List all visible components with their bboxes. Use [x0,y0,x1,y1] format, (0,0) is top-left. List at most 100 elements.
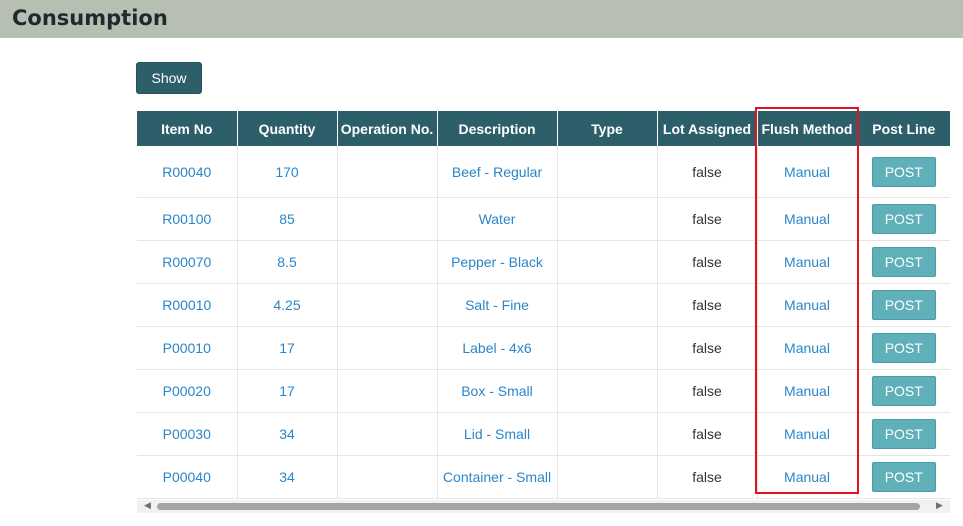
description-value[interactable]: Lid - Small [464,426,530,442]
description-cell: Pepper - Black [437,240,558,284]
column-header-operation-no[interactable]: Operation No. [337,111,438,146]
horizontal-scrollbar[interactable]: ◀ ▶ [137,500,950,513]
quantity-value[interactable]: 85 [279,211,295,227]
flush-method-value[interactable]: Manual [784,297,830,313]
description-cell: Box - Small [437,369,558,413]
quantity-value[interactable]: 170 [275,164,298,180]
item-no-cell: P00020 [137,369,238,413]
item-no-value[interactable]: P00040 [163,469,211,485]
description-value[interactable]: Water [479,211,516,227]
flush-method-value[interactable]: Manual [784,164,830,180]
flush-method-cell: Manual [757,146,858,198]
lot-assigned-cell: false [657,197,758,241]
flush-method-cell: Manual [757,240,858,284]
flush-method-cell: Manual [757,412,858,456]
post-line-cell: POST [857,283,950,327]
table-row: R00040 170 Beef - Regular false Manual POST [137,146,950,198]
quantity-value[interactable]: 8.5 [277,254,296,270]
flush-method-value[interactable]: Manual [784,426,830,442]
column-header-flush-method[interactable]: Flush Method [757,111,858,146]
flush-method-cell: Manual [757,326,858,370]
operation-no-cell [337,283,438,327]
post-button[interactable]: POST [871,247,936,277]
operation-no-cell [337,197,438,241]
post-line-cell: POST [857,240,950,284]
description-value[interactable]: Beef - Regular [452,164,542,180]
post-button[interactable]: POST [871,462,936,492]
quantity-cell: 17 [237,326,338,370]
item-no-value[interactable]: P00010 [163,340,211,356]
consumption-grid: Item No Quantity Operation No. Descripti… [137,111,950,499]
column-header-quantity[interactable]: Quantity [237,111,338,146]
lot-assigned-cell: false [657,283,758,327]
item-no-cell: P00030 [137,412,238,456]
item-no-value[interactable]: R00040 [162,164,211,180]
column-header-type[interactable]: Type [557,111,658,146]
flush-method-value[interactable]: Manual [784,254,830,270]
post-button[interactable]: POST [871,204,936,234]
item-no-cell: R00010 [137,283,238,327]
table-row: P00010 17 Label - 4x6 false Manual POST [137,326,950,370]
type-cell [557,326,658,370]
operation-no-cell [337,412,438,456]
item-no-value[interactable]: R00010 [162,297,211,313]
column-header-post-line[interactable]: Post Line [857,111,950,146]
quantity-cell: 34 [237,412,338,456]
item-no-cell: R00070 [137,240,238,284]
column-header-item-no[interactable]: Item No [137,111,238,146]
operation-no-cell [337,455,438,499]
post-button[interactable]: POST [871,333,936,363]
description-value[interactable]: Container - Small [443,469,551,485]
operation-no-cell [337,146,438,198]
lot-assigned-cell: false [657,455,758,499]
table-row: P00040 34 Container - Small false Manual POST [137,455,950,499]
quantity-value[interactable]: 4.25 [273,297,300,313]
type-cell [557,455,658,499]
show-button[interactable]: Show [136,62,202,94]
quantity-value[interactable]: 34 [279,469,295,485]
lot-assigned-cell: false [657,412,758,456]
item-no-value[interactable]: R00070 [162,254,211,270]
post-line-cell: POST [857,369,950,413]
flush-method-value[interactable]: Manual [784,340,830,356]
lot-assigned-cell: false [657,146,758,198]
description-value[interactable]: Pepper - Black [451,254,543,270]
post-button[interactable]: POST [871,290,936,320]
item-no-value[interactable]: P00020 [163,383,211,399]
post-line-cell: POST [857,412,950,456]
quantity-value[interactable]: 17 [279,383,295,399]
quantity-cell: 4.25 [237,283,338,327]
table-header-row: Item No Quantity Operation No. Descripti… [137,111,950,146]
item-no-cell: P00040 [137,455,238,499]
quantity-cell: 85 [237,197,338,241]
triangle-left-icon[interactable]: ◀ [141,500,154,513]
scrollbar-thumb[interactable] [157,503,920,510]
table-row: P00030 34 Lid - Small false Manual POST [137,412,950,456]
operation-no-cell [337,240,438,284]
lot-assigned-value: false [692,211,722,227]
quantity-cell: 17 [237,369,338,413]
post-button[interactable]: POST [871,376,936,406]
flush-method-cell: Manual [757,455,858,499]
flush-method-value[interactable]: Manual [784,469,830,485]
quantity-value[interactable]: 17 [279,340,295,356]
column-header-lot-assigned[interactable]: Lot Assigned [657,111,758,146]
consumption-table: Item No Quantity Operation No. Descripti… [137,111,950,499]
column-header-description[interactable]: Description [437,111,558,146]
item-no-value[interactable]: R00100 [162,211,211,227]
description-value[interactable]: Box - Small [461,383,533,399]
lot-assigned-value: false [692,254,722,270]
item-no-value[interactable]: P00030 [163,426,211,442]
quantity-cell: 8.5 [237,240,338,284]
page-header: Consumption [0,0,963,38]
post-button[interactable]: POST [871,419,936,449]
post-button[interactable]: POST [871,156,936,187]
description-value[interactable]: Label - 4x6 [462,340,531,356]
description-value[interactable]: Salt - Fine [465,297,529,313]
description-cell: Salt - Fine [437,283,558,327]
quantity-value[interactable]: 34 [279,426,295,442]
triangle-right-icon[interactable]: ▶ [933,500,946,513]
flush-method-value[interactable]: Manual [784,383,830,399]
table-row: R00010 4.25 Salt - Fine false Manual POST [137,283,950,327]
flush-method-value[interactable]: Manual [784,211,830,227]
